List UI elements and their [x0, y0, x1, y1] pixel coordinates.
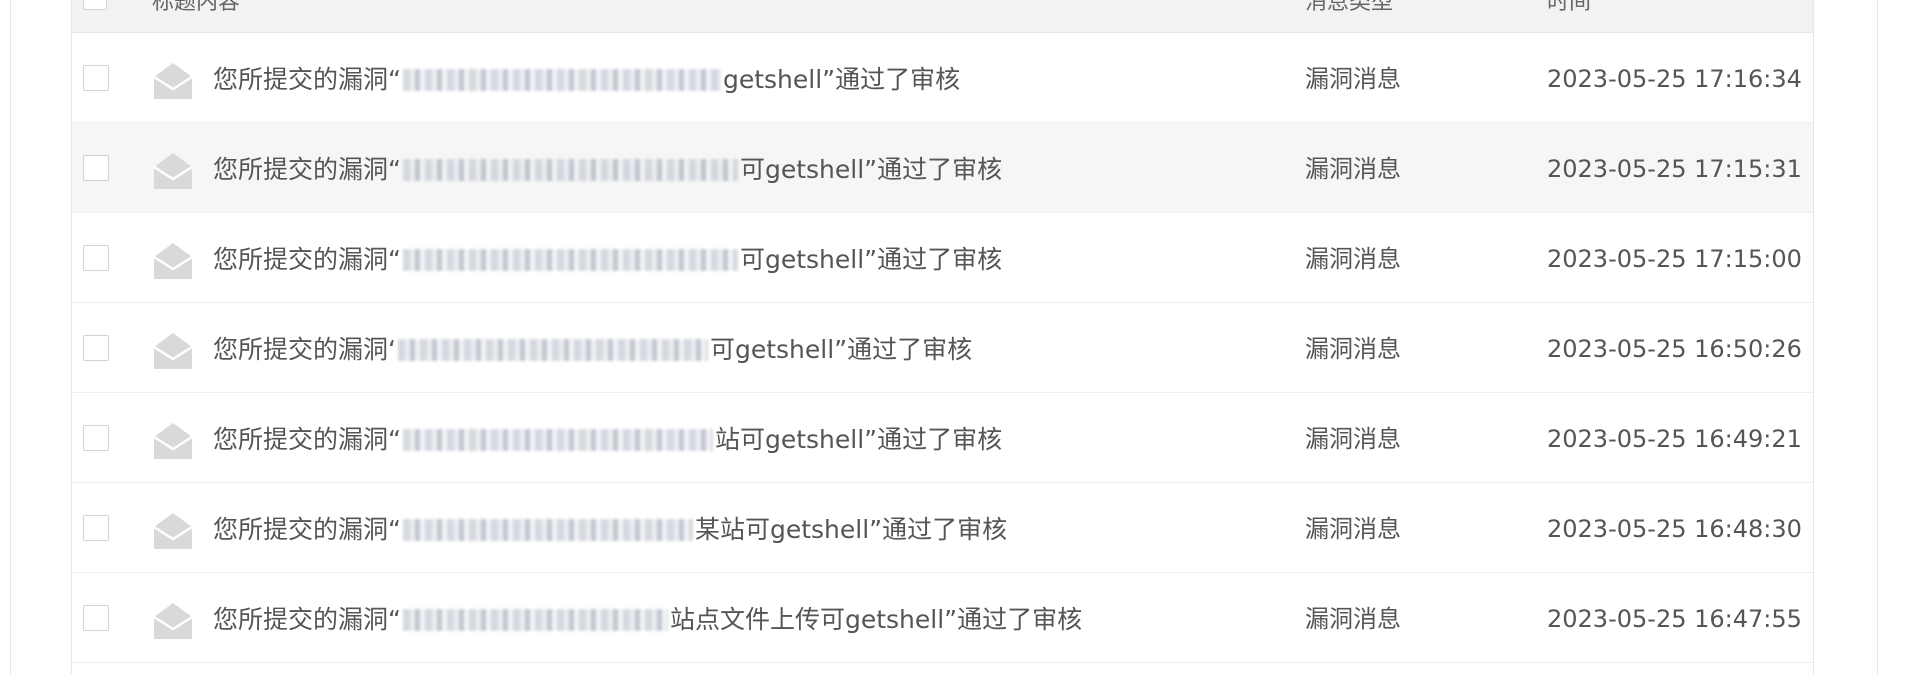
- row-checkbox[interactable]: [83, 155, 109, 181]
- envelope-open-icon: [153, 603, 193, 639]
- redacted-text: [402, 609, 668, 631]
- message-type: 漏洞消息: [1305, 155, 1401, 183]
- message-title[interactable]: 您所提交的漏洞“ 站可getshell”通过了审核: [213, 423, 1002, 457]
- table-header: 标题内容 消息类型 时间: [72, 0, 1813, 33]
- table-row[interactable]: 您所提交的漏洞“ 可getshell”通过了审核 漏洞消息 2023-05-25 …: [72, 213, 1813, 303]
- header-title-content: 标题内容: [152, 0, 241, 15]
- envelope-open-icon: [153, 153, 193, 189]
- message-type: 漏洞消息: [1305, 425, 1401, 453]
- message-type: 漏洞消息: [1305, 515, 1401, 543]
- envelope-open-icon: [153, 513, 193, 549]
- message-time: 2023-05-25 16:49:21: [1547, 425, 1802, 453]
- message-time: 2023-05-25 17:16:34: [1547, 65, 1802, 93]
- row-checkbox[interactable]: [83, 605, 109, 631]
- row-checkbox[interactable]: [83, 335, 109, 361]
- message-type: 漏洞消息: [1305, 335, 1401, 363]
- message-title[interactable]: 您所提交的漏洞“ 站点文件上传可getshell”通过了审核: [213, 603, 1082, 637]
- message-time: 2023-05-25 16:48:30: [1547, 515, 1802, 543]
- message-time: 2023-05-25 17:15:31: [1547, 155, 1802, 183]
- message-table: 标题内容 消息类型 时间 您所提交的漏洞“ getshell”通过了审核 漏洞消息…: [71, 0, 1814, 674]
- envelope-open-icon: [153, 333, 193, 369]
- message-title[interactable]: 您所提交的漏洞“ 某站可getshell”通过了审核: [213, 513, 1007, 547]
- row-checkbox[interactable]: [83, 425, 109, 451]
- page-border-right: [1877, 0, 1878, 674]
- table-row[interactable]: 您所提交的漏洞“ 站点文件上传可getshell”通过了审核 漏洞消息 2023-…: [72, 573, 1813, 663]
- envelope-open-icon: [153, 243, 193, 279]
- message-type: 漏洞消息: [1305, 605, 1401, 633]
- message-time: 2023-05-25 16:50:26: [1547, 335, 1802, 363]
- message-time: 2023-05-25 17:15:00: [1547, 245, 1802, 273]
- table-row[interactable]: 您所提交的漏洞“ 可getshell”通过了审核 漏洞消息 2023-05-25 …: [72, 123, 1813, 213]
- page-border-left: [10, 0, 11, 674]
- message-title[interactable]: 您所提交的漏洞‘ 可getshell”通过了审核: [213, 333, 972, 367]
- message-type: 漏洞消息: [1305, 245, 1401, 273]
- redacted-text: [402, 69, 721, 91]
- select-all-checkbox[interactable]: [83, 0, 107, 10]
- row-checkbox[interactable]: [83, 65, 109, 91]
- message-title[interactable]: 您所提交的漏洞“ 可getshell”通过了审核: [213, 243, 1002, 277]
- redacted-text: [402, 249, 738, 271]
- message-type: 漏洞消息: [1305, 65, 1401, 93]
- header-message-type: 消息类型: [1305, 0, 1394, 15]
- redacted-text: [397, 339, 708, 361]
- message-time: 2023-05-25 16:47:55: [1547, 605, 1802, 633]
- redacted-text: [402, 519, 693, 541]
- redacted-text: [402, 159, 738, 181]
- envelope-open-icon: [153, 423, 193, 459]
- table-row[interactable]: 您所提交的漏洞“ 某站可getshell”通过了审核 漏洞消息 2023-05-2…: [72, 483, 1813, 573]
- envelope-open-icon: [153, 63, 193, 99]
- table-row[interactable]: 您所提交的漏洞“ getshell”通过了审核 漏洞消息 2023-05-25 1…: [72, 33, 1813, 123]
- row-checkbox[interactable]: [83, 245, 109, 271]
- table-row[interactable]: 您所提交的漏洞“ 站可getshell”通过了审核 漏洞消息 2023-05-25…: [72, 393, 1813, 483]
- row-checkbox[interactable]: [83, 515, 109, 541]
- table-row[interactable]: 您所提交的漏洞‘ 可getshell”通过了审核 漏洞消息 2023-05-25 …: [72, 303, 1813, 393]
- header-time: 时间: [1547, 0, 1592, 15]
- redacted-text: [402, 429, 713, 451]
- message-title[interactable]: 您所提交的漏洞“ 可getshell”通过了审核: [213, 153, 1002, 187]
- message-title[interactable]: 您所提交的漏洞“ getshell”通过了审核: [213, 63, 960, 97]
